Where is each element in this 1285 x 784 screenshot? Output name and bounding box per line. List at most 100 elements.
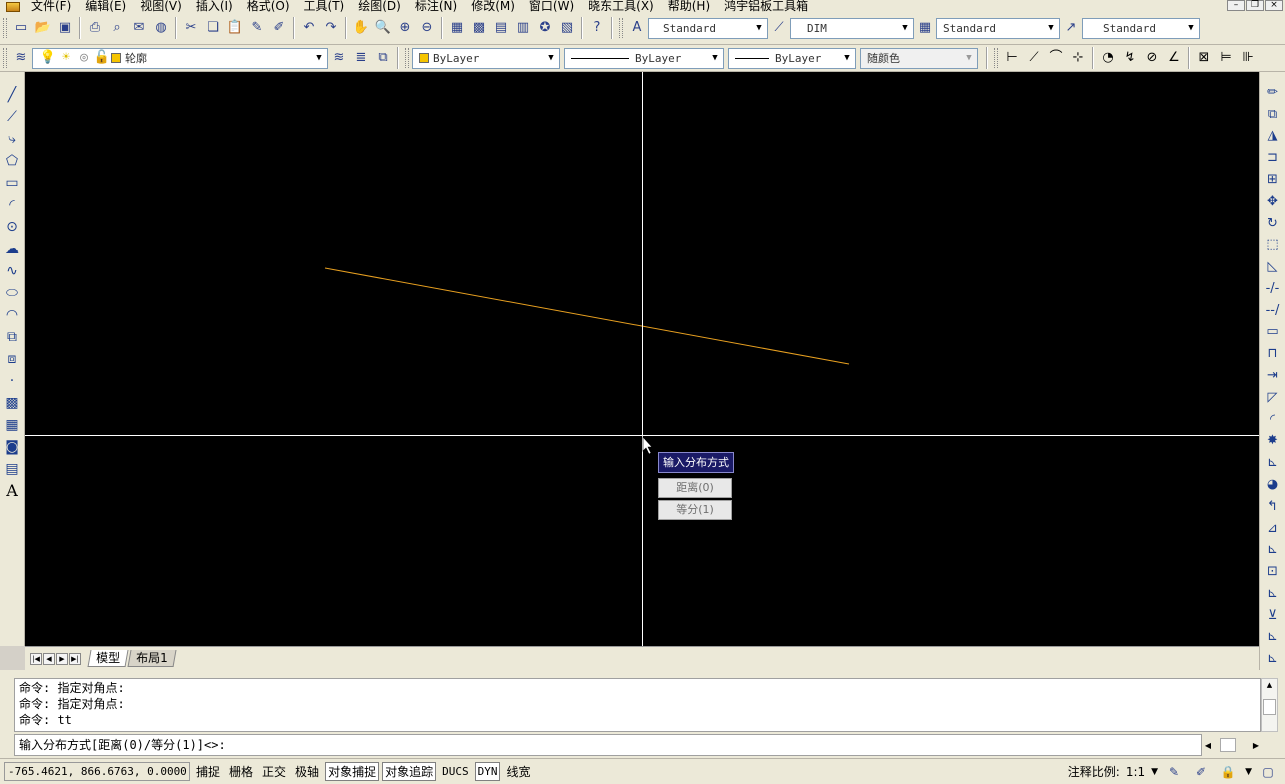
menu-window[interactable]: 窗口(W) [522,0,581,12]
angular-dimension-icon[interactable]: ∠ [1166,50,1182,66]
menu-dimension[interactable]: 标注(N) [408,0,464,12]
ducs-toggle[interactable]: DUCS [439,762,472,781]
restore-icon[interactable]: ❐ [1246,0,1264,11]
region-icon[interactable]: ◙ [4,438,20,456]
scroll-thumb[interactable] [1263,699,1276,715]
make-object-layer-current-icon[interactable]: ≋ [331,50,347,66]
toolbar-grip[interactable] [994,48,998,68]
radius-dimension-icon[interactable]: ◔ [1100,50,1116,66]
last-tab-icon[interactable]: ▶| [69,652,81,665]
markup-icon[interactable]: ✪ [537,20,553,36]
paste-icon[interactable]: 📋 [227,20,243,36]
undo-icon[interactable]: ↶ [301,20,317,36]
menu-modify[interactable]: 修改(M) [464,0,522,12]
layer-select[interactable]: 💡 ☀ ◎ 🔓 轮廓 ▼ [32,47,328,69]
osnap-toggle[interactable]: 对象捕捉 [325,762,380,781]
toolbar-grip[interactable] [405,48,409,68]
toolbar-lock-icon[interactable]: 🔒 [1220,764,1236,780]
copy-object-icon[interactable]: ⧉ [1265,105,1281,125]
text-style-select[interactable]: Standard ▼ [648,17,768,39]
ucs-previous-icon[interactable]: ↰ [1265,497,1281,517]
menu-hongyu-toolbox[interactable]: 鸿宇铝板工具箱 [717,0,815,12]
annotation-scale-value[interactable]: 1:1 [1126,765,1145,779]
copy-icon[interactable]: ❏ [205,20,221,36]
sheet-set-icon[interactable]: ▥ [515,20,531,36]
erase-icon[interactable]: ✏ [1265,83,1281,103]
polar-toggle[interactable]: 极轴 [292,762,322,781]
ucs-icon[interactable]: ⊾ [1265,453,1281,473]
drawn-line-segment[interactable] [324,267,850,365]
ucs-face-icon[interactable]: ⊿ [1265,519,1281,539]
layer-previous-icon[interactable]: ≣ [353,50,369,66]
design-center-icon[interactable]: ▩ [471,20,487,36]
quick-dimension-icon[interactable]: ⊠ [1196,50,1212,66]
layer-viewport-icon[interactable]: ◎ [76,50,92,66]
move-icon[interactable]: ✥ [1265,192,1281,212]
scroll-thumb[interactable] [1220,738,1236,752]
ucs-3point-icon[interactable]: ⊾ [1265,628,1281,648]
prev-tab-icon[interactable]: ◀ [43,652,55,665]
scroll-right-icon[interactable]: ▶ [1250,741,1262,750]
dynamic-option-equal-divide[interactable]: 等分(1) [658,500,732,520]
diameter-dimension-icon[interactable]: ⊘ [1144,50,1160,66]
ucs-world-icon[interactable]: ◕ [1265,475,1281,495]
help-icon[interactable]: ? [589,20,605,36]
polyline-icon[interactable]: ⤷ [4,130,20,148]
command-line-scrollbar[interactable]: ◀ ▶ [1202,736,1262,754]
ucs-object-icon[interactable]: ⊾ [1265,540,1281,560]
chamfer-icon[interactable]: ◸ [1265,388,1281,408]
zoom-realtime-icon[interactable]: 🔍 [375,20,391,36]
ordinate-dimension-icon[interactable]: ⊹ [1070,50,1086,66]
open-file-icon[interactable]: 📂 [35,20,51,36]
dynamic-option-distance[interactable]: 距离(0) [658,478,732,498]
dyn-toggle[interactable]: DYN [474,762,501,781]
menu-format[interactable]: 格式(O) [240,0,297,12]
explode-icon[interactable]: ✸ [1265,432,1281,452]
toolbar-grip[interactable] [3,18,7,38]
ucs-origin-icon[interactable]: ⊾ [1265,584,1281,604]
baseline-dimension-icon[interactable]: ⊨ [1218,50,1234,66]
layer-lock-icon[interactable]: 🔓 [94,50,110,66]
3d-dwf-icon[interactable]: ◍ [153,20,169,36]
ucs-view-icon[interactable]: ⊡ [1265,562,1281,582]
drawing-canvas[interactable]: 输入分布方式 距离(0) 等分(1) [25,72,1259,646]
polygon-icon[interactable]: ⬠ [4,152,20,170]
layer-states-icon[interactable]: ⧉ [375,50,391,66]
grid-toggle[interactable]: 栅格 [226,762,256,781]
toolbar-grip[interactable] [619,18,623,38]
properties-icon[interactable]: ▦ [449,20,465,36]
break-at-point-icon[interactable]: ▭ [1265,323,1281,343]
layer-thaw-icon[interactable]: ☀ [58,50,74,66]
break-icon[interactable]: ⊓ [1265,344,1281,364]
dim-style-select[interactable]: DIM ▼ [790,17,914,39]
linear-dimension-icon[interactable]: ⊢ [1004,50,1020,66]
rectangle-icon[interactable]: ▭ [4,174,20,192]
multiline-text-icon[interactable]: A [4,482,20,500]
construction-line-icon[interactable]: ⟋ [4,108,20,126]
circle-icon[interactable]: ⊙ [4,218,20,236]
lineweight-select[interactable]: ByLayer ▼ [728,47,856,69]
table-style-select[interactable]: Standard ▼ [936,17,1060,39]
stretch-icon[interactable]: ◺ [1265,257,1281,277]
ellipse-arc-icon[interactable]: ◠ [4,306,20,324]
line-icon[interactable]: ╱ [4,86,20,104]
hatch-icon[interactable]: ▩ [4,394,20,412]
otrack-toggle[interactable]: 对象追踪 [382,762,437,781]
close-icon[interactable]: × [1265,0,1283,11]
command-history-scrollbar[interactable]: ▲ [1261,678,1278,732]
menu-xiaodong-tools[interactable]: 晓东工具(X) [581,0,661,12]
annotation-visibility-icon[interactable]: ✎ [1166,764,1182,780]
arc-icon[interactable]: ◜ [4,196,20,214]
command-line-input[interactable]: 输入分布方式[距离(0)/等分(1)]<>: [14,734,1202,756]
plotstyle-select[interactable]: 随颜色 ▼ [860,47,978,69]
first-tab-icon[interactable]: |◀ [30,652,42,665]
cut-icon[interactable]: ✂ [183,20,199,36]
menu-file[interactable]: 文件(F) [24,0,78,12]
array-icon[interactable]: ⊞ [1265,170,1281,190]
mirror-icon[interactable]: ◮ [1265,127,1281,147]
tab-model[interactable]: 模型 [87,650,129,667]
scroll-up-icon[interactable]: ▲ [1262,679,1277,691]
menu-insert[interactable]: 插入(I) [189,0,240,12]
trim-icon[interactable]: -/- [1265,279,1281,299]
revision-cloud-icon[interactable]: ☁ [4,240,20,258]
